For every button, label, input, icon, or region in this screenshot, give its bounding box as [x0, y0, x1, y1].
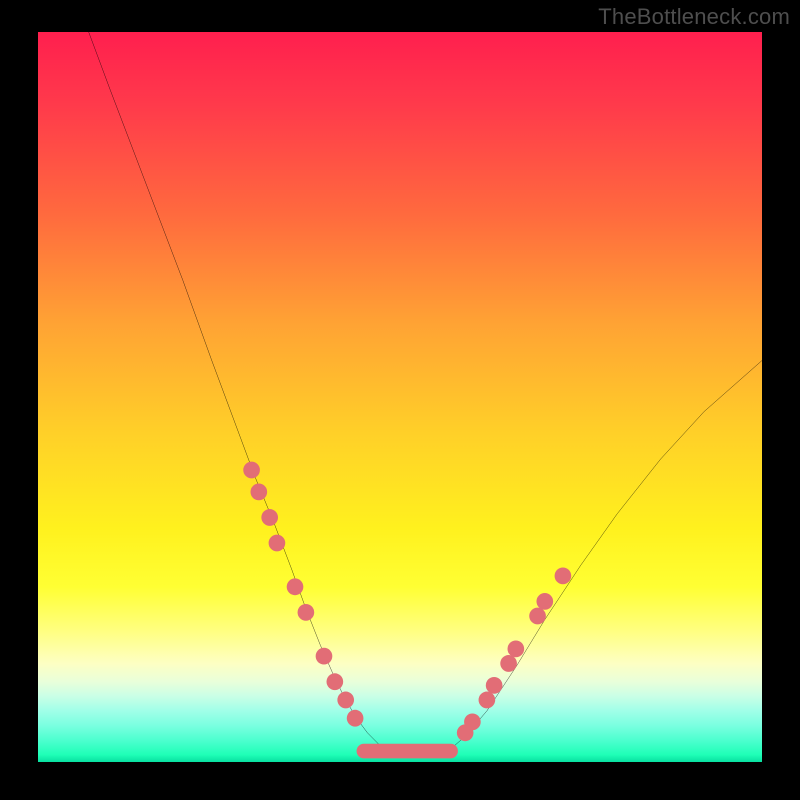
marker-dot — [500, 655, 517, 672]
marker-dot — [243, 462, 260, 479]
marker-dot — [287, 578, 304, 595]
marker-dot — [250, 484, 267, 501]
marker-dot — [536, 593, 553, 610]
curve-path — [89, 32, 762, 758]
marker-dot — [555, 567, 572, 584]
watermark-label: TheBottleneck.com — [598, 4, 790, 30]
marker-dot — [269, 535, 286, 552]
bottom-segment — [357, 744, 458, 759]
marker-dot — [347, 710, 364, 727]
marker-dots — [243, 462, 571, 742]
curve-svg — [38, 32, 762, 762]
marker-dot — [479, 692, 496, 709]
marker-dot — [508, 640, 525, 657]
bottom-segment-bar — [357, 744, 458, 759]
marker-dot — [298, 604, 315, 621]
chart-container: TheBottleneck.com — [0, 0, 800, 800]
marker-dot — [337, 692, 354, 709]
marker-dot — [464, 713, 481, 730]
marker-dot — [327, 673, 344, 690]
plot-area — [38, 32, 762, 762]
marker-dot — [529, 608, 546, 625]
marker-dot — [261, 509, 278, 526]
bottleneck-curve — [89, 32, 762, 758]
marker-dot — [486, 677, 503, 694]
marker-dot — [316, 648, 333, 665]
